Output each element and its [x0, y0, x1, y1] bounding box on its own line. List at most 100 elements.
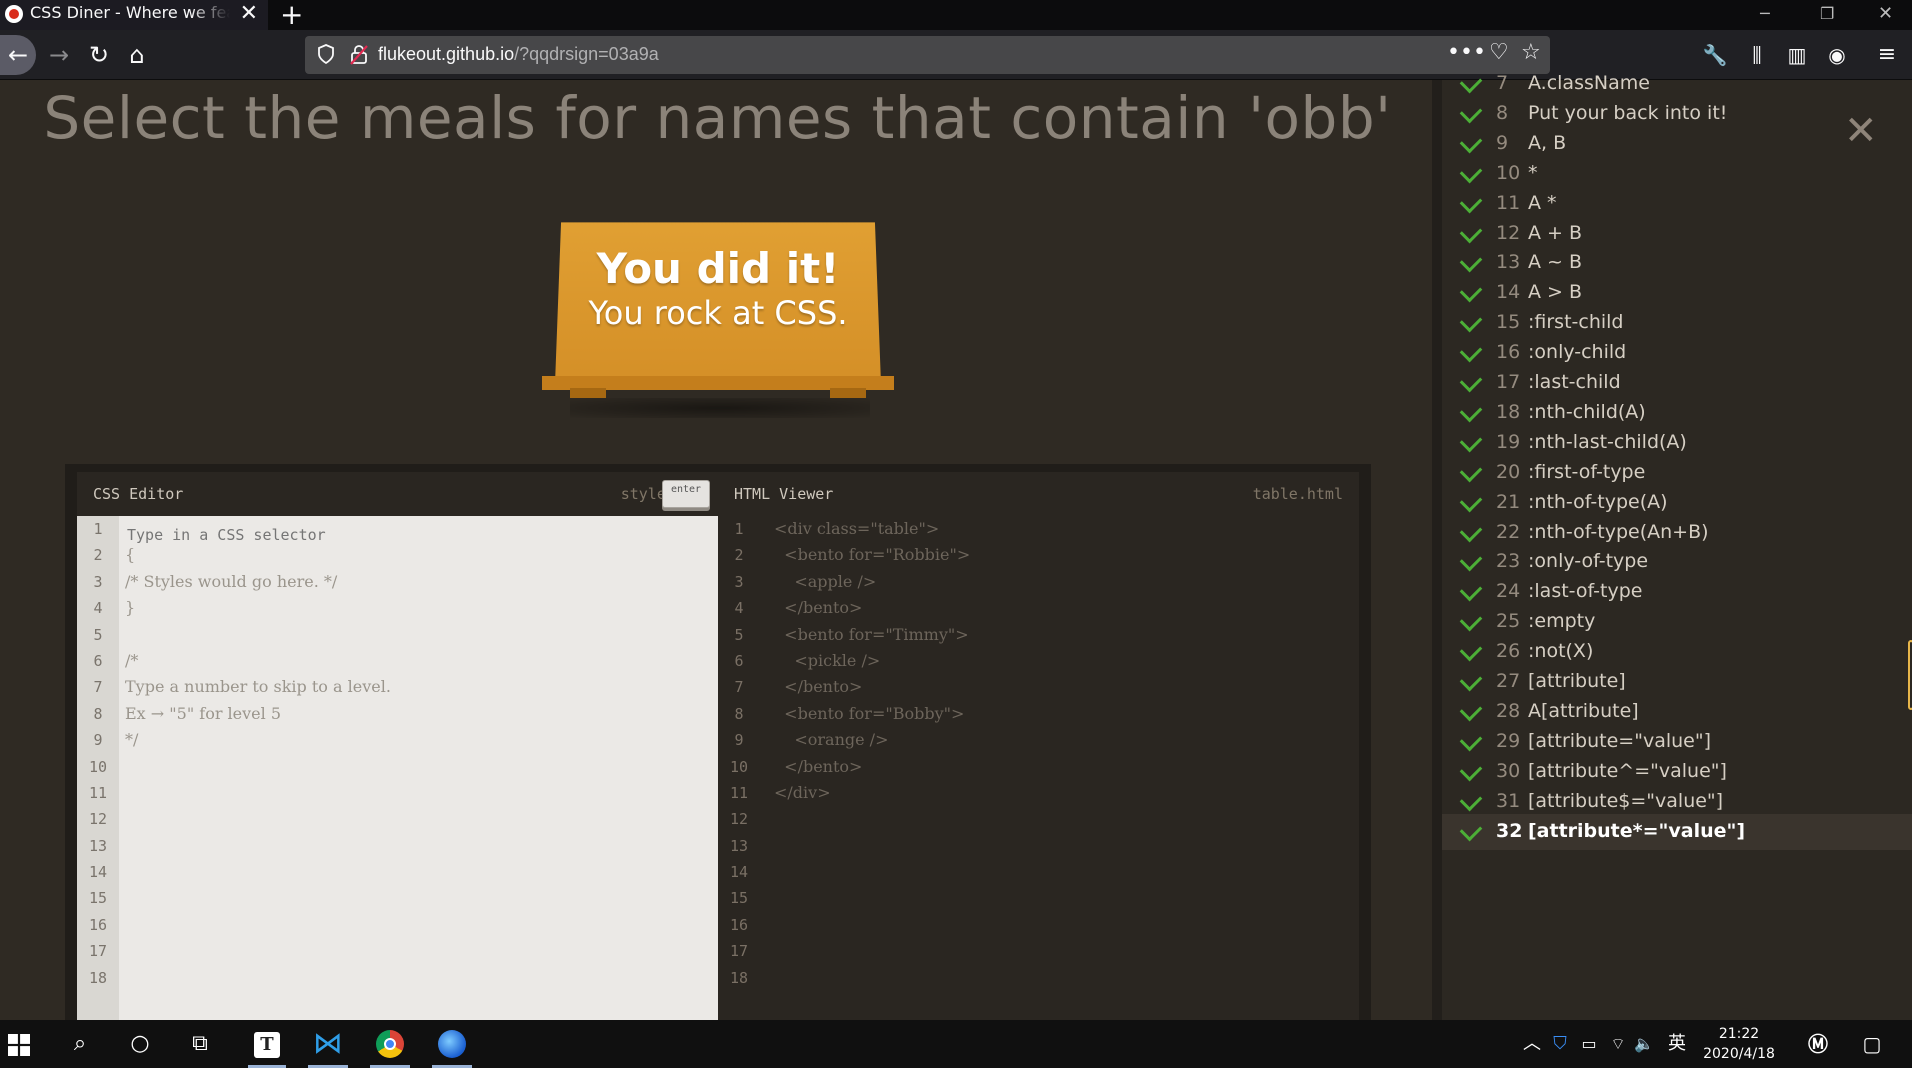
level-name: :first-child — [1528, 311, 1624, 334]
ime-indicator[interactable]: 英 — [1664, 1020, 1690, 1068]
level-number: 32 — [1496, 819, 1523, 842]
firefox-app-icon[interactable] — [426, 1020, 478, 1068]
css-editor-pane: CSS Editor style.css 1234567891011121314… — [77, 472, 718, 1036]
system-clock[interactable]: 21:22 2020/4/18 — [1694, 1024, 1784, 1064]
level-number: 21 — [1496, 490, 1521, 513]
html-code-line — [760, 833, 1359, 859]
css-code-line — [119, 754, 718, 780]
checkmark-icon — [1459, 459, 1483, 483]
html-line-number: 14 — [729, 863, 749, 882]
level-number: 26 — [1496, 640, 1521, 663]
network-icon[interactable]: ⌔ — [1606, 1020, 1630, 1068]
level-name: :not(X) — [1528, 640, 1594, 663]
html-code-line: </bento> — [774, 677, 863, 697]
css-line-number: 17 — [88, 942, 108, 961]
checkmark-icon — [1459, 190, 1483, 213]
level-name: [attribute="value"] — [1528, 729, 1711, 752]
windows-start-icon[interactable] — [8, 1034, 30, 1056]
html-line-number: 18 — [729, 968, 749, 987]
html-code-line: <pickle /> — [774, 650, 881, 670]
level-number: 19 — [1496, 430, 1521, 453]
chrome-app-icon[interactable] — [364, 1020, 416, 1068]
show-hidden-icons[interactable]: ︿ — [1520, 1020, 1544, 1068]
level-name: :first-of-type — [1528, 460, 1646, 483]
css-code-line — [119, 965, 718, 991]
level-number: 31 — [1496, 789, 1521, 812]
css-code-line: Type a number to skip to a level. — [125, 677, 391, 697]
html-line-number: 15 — [729, 889, 749, 908]
table-leg-left — [570, 388, 606, 398]
html-code-line: </bento> — [774, 598, 863, 618]
css-line-number: 18 — [88, 968, 108, 987]
checkmark-icon — [1459, 279, 1483, 303]
window-close-icon[interactable]: ✕ — [1878, 0, 1893, 28]
level-sidebar: 7 A.className 8 Put your back into it! 9 A, B… — [1432, 70, 1912, 1020]
level-instruction: Select the meals for names that contain … — [43, 84, 1392, 152]
level-name: [attribute^="value"] — [1528, 759, 1727, 782]
reload-icon[interactable]: ↻ — [84, 30, 114, 80]
checkmark-icon — [1459, 70, 1483, 94]
css-line-number: 10 — [88, 757, 108, 776]
insecure-lock-icon[interactable] — [350, 45, 368, 65]
html-code-line — [760, 885, 1359, 911]
battery-icon[interactable]: ▭ — [1576, 1020, 1602, 1068]
level-name: A[attribute] — [1528, 699, 1639, 722]
css-line-number: 7 — [93, 678, 103, 697]
enter-button[interactable]: enter — [662, 480, 710, 508]
sidebar-scrollbar[interactable] — [1908, 640, 1912, 710]
close-sidebar-icon[interactable]: ✕ — [1844, 108, 1878, 154]
css-code-area[interactable]: {/* Styles would go here. */} /* Type a nu… — [119, 516, 718, 1036]
html-viewer-title: HTML Viewer — [734, 485, 834, 503]
css-line-number: 9 — [93, 731, 103, 750]
cortana-icon[interactable]: ○ — [120, 1020, 160, 1068]
restore-icon[interactable]: ❐ — [1820, 0, 1834, 28]
table-shadow — [570, 398, 870, 418]
level-number: 30 — [1496, 759, 1521, 782]
url-host: flukeout.github.io — [378, 44, 515, 64]
back-icon[interactable]: ← — [0, 35, 36, 75]
close-tab-icon[interactable]: ✕ — [240, 1, 258, 27]
minimize-icon[interactable]: ─ — [1760, 0, 1770, 28]
url-bar[interactable]: flukeout.github.io/?qqdrsign=03a9a ••• ♡… — [305, 36, 1550, 74]
level-number: 20 — [1496, 460, 1521, 483]
pocket-icon[interactable]: ♡ — [1489, 40, 1509, 65]
checkmark-icon — [1459, 250, 1483, 273]
notification-icon[interactable]: ▢ — [1852, 1020, 1892, 1068]
css-code-line — [119, 622, 718, 648]
success-subtitle: You rock at CSS. — [588, 294, 848, 332]
css-line-number: 5 — [93, 625, 103, 644]
home-icon[interactable]: ⌂ — [122, 30, 152, 80]
task-view-icon[interactable]: ⧉ — [180, 1020, 220, 1068]
app-tray-icon[interactable]: Ⓜ — [1800, 1020, 1836, 1068]
new-tab-icon[interactable]: + — [280, 0, 303, 31]
tracking-shield-icon[interactable] — [317, 44, 335, 64]
success-title: You did it! — [596, 244, 840, 293]
level-name: * — [1528, 161, 1538, 184]
level-name: :last-of-type — [1528, 580, 1643, 603]
security-shield-icon[interactable]: ⛉ — [1548, 1020, 1572, 1068]
bookmark-star-icon[interactable]: ☆ — [1521, 40, 1541, 65]
css-selector-input[interactable] — [125, 524, 545, 546]
checkmark-icon — [1459, 549, 1483, 572]
browser-tab[interactable]: CSS Diner - Where we feast on CSS ✕ — [0, 0, 268, 30]
html-line-number: 4 — [734, 599, 744, 618]
page-actions-icon[interactable]: ••• — [1447, 40, 1486, 65]
checkmark-icon — [1459, 100, 1483, 124]
level-name: :nth-last-child(A) — [1528, 430, 1687, 453]
css-line-number: 16 — [88, 915, 108, 934]
css-code-line — [119, 780, 718, 806]
html-code-line — [760, 806, 1359, 832]
url-text[interactable]: flukeout.github.io/?qqdrsign=03a9a — [378, 44, 659, 65]
html-line-numbers: 1 2 3 4 5 6 7 8 9 10 11 12 13 14 15 16 17 18 — [718, 516, 760, 1036]
level-name: :only-of-type — [1528, 550, 1649, 573]
html-code-area[interactable]: <div class="table"> <bento for="Robbie">… — [760, 516, 1359, 1036]
forward-icon[interactable]: → — [44, 30, 74, 80]
checkmark-icon — [1459, 818, 1483, 841]
search-icon[interactable]: ⌕ — [60, 1020, 100, 1068]
vscode-app-icon[interactable]: ⋈ — [302, 1020, 354, 1068]
html-line-number: 10 — [729, 757, 749, 776]
volume-icon[interactable]: 🔈 — [1632, 1020, 1656, 1068]
level-item-32[interactable]: 32 [attribute*="value"] — [1442, 813, 1912, 850]
checkmark-icon — [1459, 429, 1483, 453]
typora-app-icon[interactable]: T — [242, 1020, 292, 1068]
